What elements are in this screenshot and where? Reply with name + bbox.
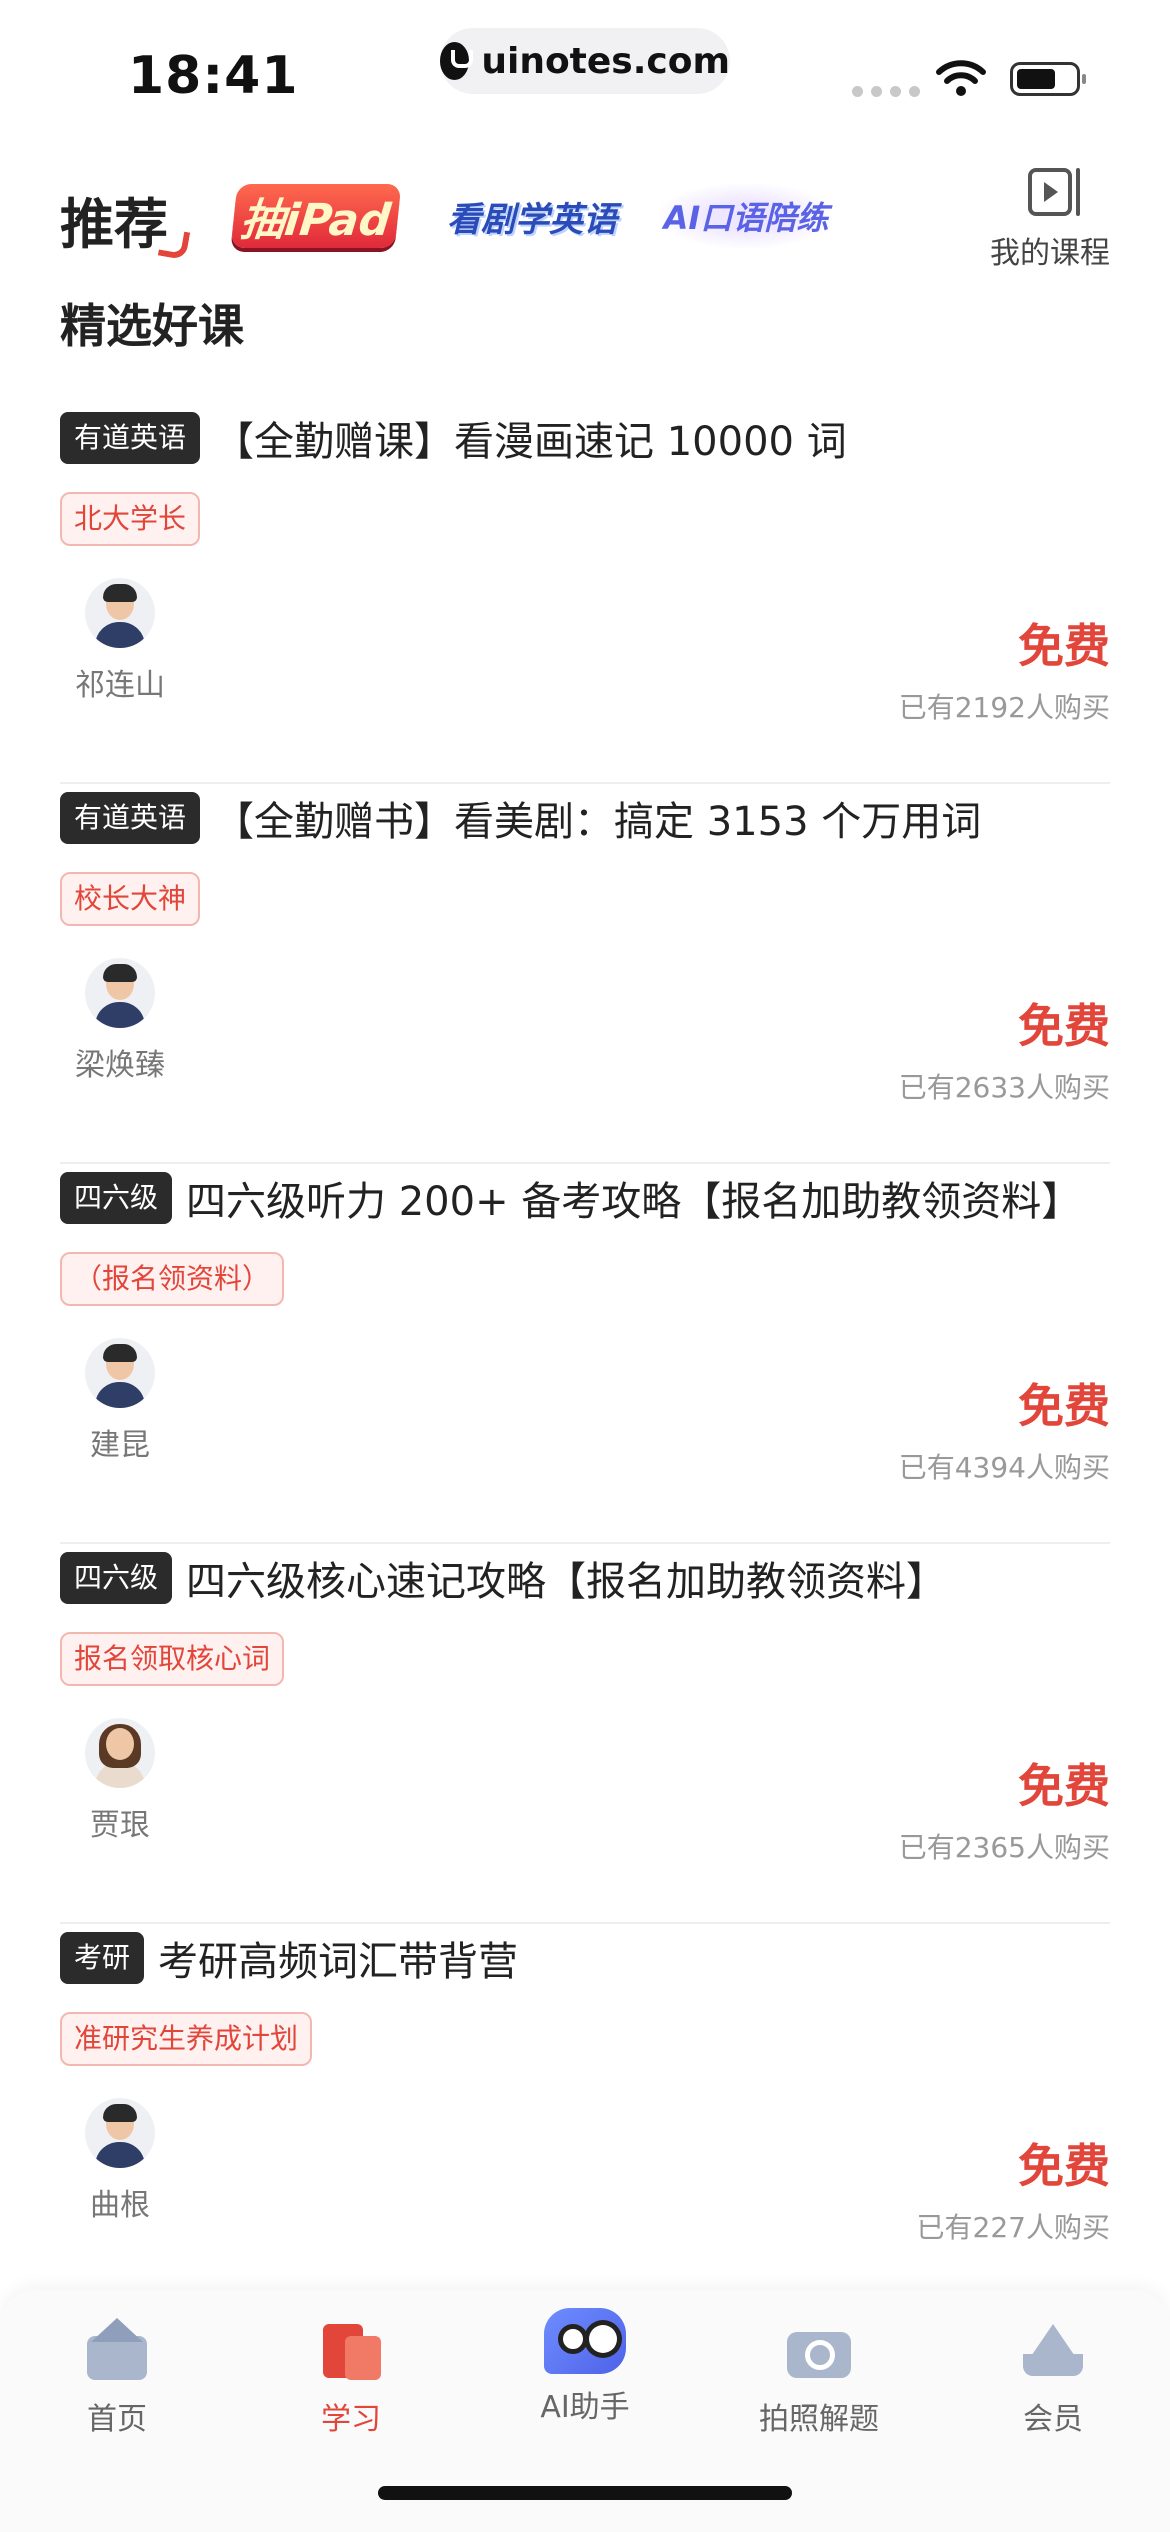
- course-card[interactable]: 有道英语 【全勤赠书】看美剧：搞定 3153 个万用词 校长大神 梁焕臻 免费 …: [60, 790, 1110, 1170]
- category-badge: 有道英语: [60, 412, 201, 464]
- site-logo-icon: [440, 42, 474, 80]
- home-icon: [83, 2318, 151, 2382]
- category-badge: 有道英语: [60, 792, 201, 844]
- tab-recommend[interactable]: 推荐: [60, 180, 168, 259]
- course-tag: 校长大神: [60, 872, 201, 926]
- price: 免费: [1018, 2139, 1110, 2193]
- url-text: uinotes.com: [481, 40, 730, 82]
- avatar: [85, 1338, 155, 1408]
- category-badge: 四六级: [60, 1552, 173, 1604]
- tab-label: 会员: [1023, 2402, 1083, 2437]
- wifi-icon: [936, 60, 986, 96]
- buyer-count: 已有2365人购买: [898, 1831, 1110, 1864]
- course-title: 四六级核心速记攻略【报名加助教领资料】: [186, 1559, 947, 1605]
- tab-home[interactable]: 首页: [17, 2318, 217, 2438]
- tab-label: 学习: [321, 2402, 381, 2437]
- buyer-count: 已有2192人购买: [898, 691, 1110, 724]
- course-card[interactable]: 四六级 四六级听力 200+ 备考攻略【报名加助教领资料】 （报名领资料） 建昆…: [60, 1170, 1110, 1550]
- banner-ai-speaking[interactable]: AI口语陪练: [660, 184, 832, 248]
- course-tag: 报名领取核心词: [60, 1632, 285, 1686]
- divider: [60, 1542, 1110, 1544]
- status-time: 18:41: [128, 46, 299, 106]
- course-card[interactable]: 考研 考研高频词汇带背营 准研究生养成计划 曲根 免费 已有227人购买: [60, 1930, 1110, 2310]
- price: 免费: [1018, 619, 1110, 673]
- teacher-name: 祁连山: [75, 668, 165, 703]
- category-badge: 四六级: [60, 1172, 173, 1224]
- cellular-signal-icon: [852, 86, 920, 97]
- teacher: 贾珢: [60, 1718, 180, 1844]
- course-card[interactable]: 有道英语 【全勤赠课】看漫画速记 10000 词 北大学长 祁连山 免费 已有2…: [60, 410, 1110, 790]
- course-tag: 准研究生养成计划: [60, 2012, 313, 2066]
- top-nav: 推荐 抽iPad 看剧学英语 AI口语陪练 我的课程: [0, 160, 1170, 272]
- price: 免费: [1018, 999, 1110, 1053]
- teacher: 祁连山: [60, 578, 180, 704]
- category-badge: 考研: [60, 1932, 145, 1984]
- tab-member[interactable]: 会员: [953, 2318, 1153, 2438]
- avatar: [85, 2098, 155, 2168]
- play-video-icon: [1028, 168, 1080, 216]
- teacher-name: 建昆: [90, 1428, 150, 1463]
- battery-icon: [1010, 62, 1086, 96]
- my-courses-button[interactable]: 我的课程: [980, 168, 1120, 272]
- tab-label: AI助手: [540, 2390, 630, 2425]
- avatar: [85, 578, 155, 648]
- avatar: [85, 958, 155, 1028]
- course-tag: 北大学长: [60, 492, 201, 546]
- course-card[interactable]: 四六级 四六级核心速记攻略【报名加助教领资料】 报名领取核心词 贾珢 免费 已有…: [60, 1550, 1110, 1930]
- tab-label: 首页: [87, 2402, 147, 2437]
- home-indicator: [378, 2486, 792, 2500]
- course-title: 【全勤赠课】看漫画速记 10000 词: [214, 419, 847, 465]
- course-title: 【全勤赠书】看美剧：搞定 3153 个万用词: [214, 799, 982, 845]
- teacher: 建昆: [60, 1338, 180, 1464]
- divider: [60, 1922, 1110, 1924]
- teacher-name: 梁焕臻: [75, 1048, 165, 1083]
- active-tab-indicator: [157, 227, 191, 261]
- teacher-name: 贾珢: [90, 1808, 150, 1843]
- buyer-count: 已有4394人购买: [898, 1451, 1110, 1484]
- course-tag: （报名领资料）: [60, 1252, 285, 1306]
- camera-icon: [785, 2318, 853, 2382]
- divider: [60, 782, 1110, 784]
- banner-ipad[interactable]: 抽iPad: [230, 184, 402, 248]
- teacher-name: 曲根: [90, 2188, 150, 2223]
- divider: [60, 1162, 1110, 1164]
- tab-photo-solve[interactable]: 拍照解题: [719, 2318, 919, 2438]
- avatar: [85, 1718, 155, 1788]
- section-title: 精选好课: [60, 299, 244, 353]
- price: 免费: [1018, 1759, 1110, 1813]
- tab-label: 拍照解题: [759, 2402, 879, 2437]
- study-icon: [317, 2318, 385, 2382]
- buyer-count: 已有227人购买: [916, 2211, 1110, 2244]
- course-title: 考研高频词汇带背营: [158, 1939, 519, 1985]
- banner-drama-english[interactable]: 看剧学英语: [442, 184, 622, 248]
- teacher: 梁焕臻: [60, 958, 180, 1084]
- course-title: 四六级听力 200+ 备考攻略【报名加助教领资料】: [186, 1179, 1082, 1225]
- my-courses-label: 我的课程: [990, 236, 1110, 271]
- tab-study[interactable]: 学习: [251, 2318, 451, 2438]
- status-bar: 18:41 uinotes.com: [0, 0, 1170, 140]
- tab-ai-assistant[interactable]: AI助手: [485, 2308, 685, 2426]
- price: 免费: [1018, 1379, 1110, 1433]
- url-pill[interactable]: uinotes.com: [440, 28, 730, 94]
- buyer-count: 已有2633人购买: [898, 1071, 1110, 1104]
- teacher: 曲根: [60, 2098, 180, 2224]
- ai-assistant-icon: [542, 2304, 628, 2384]
- crown-icon: [1019, 2318, 1087, 2382]
